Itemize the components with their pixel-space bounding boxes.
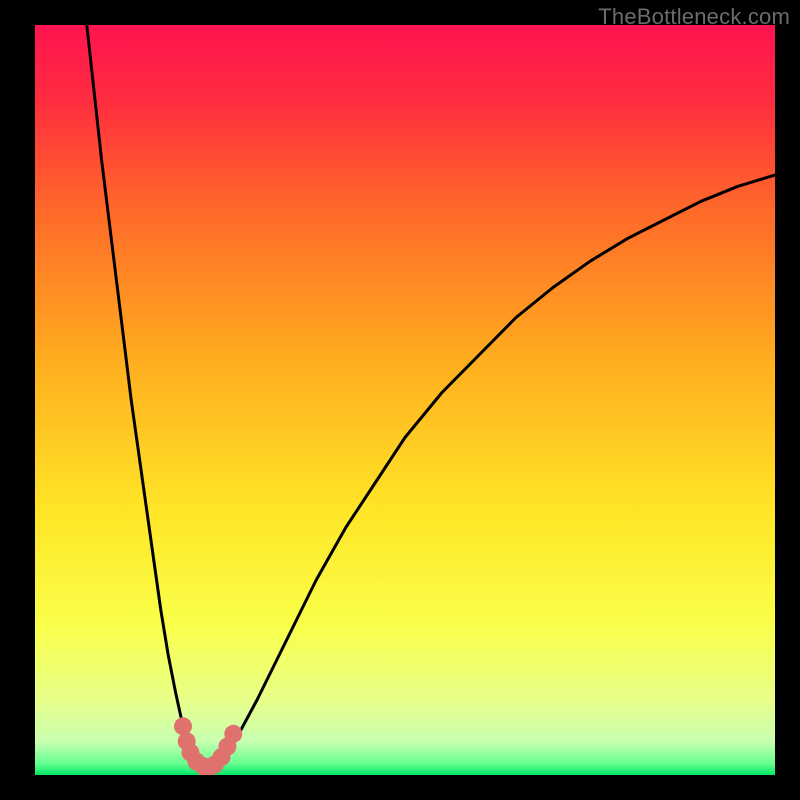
chart-frame: TheBottleneck.com: [0, 0, 800, 800]
plot-area: [35, 25, 775, 775]
chart-svg: [35, 25, 775, 775]
gradient-rect: [35, 25, 775, 775]
marker-dot: [174, 717, 192, 735]
marker-dot: [224, 725, 242, 743]
